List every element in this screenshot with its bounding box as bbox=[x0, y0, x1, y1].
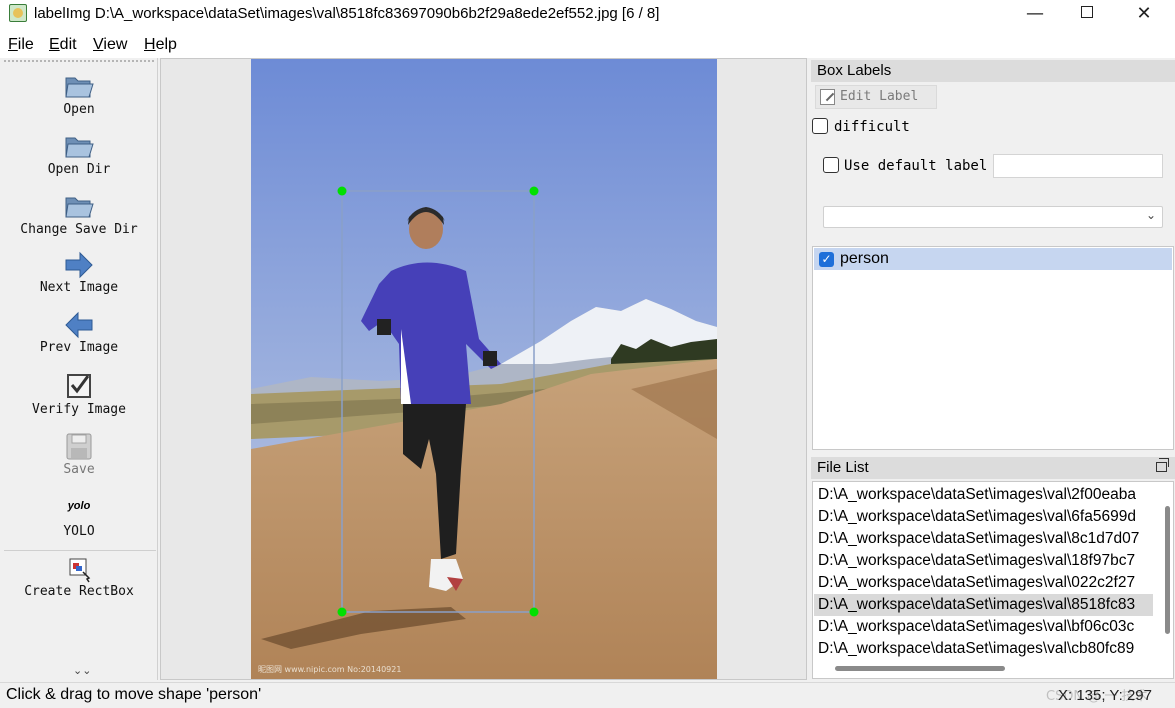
menu-help[interactable]: Help bbox=[144, 36, 177, 54]
image-canvas[interactable]: 昵图网 www.nipic.com No:20140921 bbox=[160, 58, 807, 680]
menu-bar: File Edit View Help bbox=[0, 30, 1175, 58]
dock-float-icon[interactable] bbox=[1156, 458, 1169, 472]
file-list-horizontal-scrollbar[interactable] bbox=[835, 666, 1005, 671]
file-list-item[interactable]: D:\A_workspace\dataSet\images\val\8c1d7d… bbox=[814, 528, 1153, 550]
toolbar-separator bbox=[4, 550, 156, 551]
file-list-item[interactable]: D:\A_workspace\dataSet\images\val\6fa569… bbox=[814, 506, 1153, 528]
file-list[interactable]: D:\A_workspace\dataSet\images\val\2f00ea… bbox=[812, 481, 1174, 679]
bbox-corner-handle[interactable] bbox=[337, 186, 347, 196]
file-list-vertical-scrollbar[interactable] bbox=[1165, 506, 1170, 634]
menu-file[interactable]: File bbox=[8, 36, 34, 54]
minimize-button[interactable]: — bbox=[1012, 0, 1058, 30]
verify-image-button[interactable]: Verify Image bbox=[0, 372, 158, 417]
open-dir-button[interactable]: Open Dir bbox=[0, 130, 158, 177]
menu-view[interactable]: View bbox=[93, 36, 127, 54]
file-list-item[interactable]: D:\A_workspace\dataSet\images\val\bf06c0… bbox=[814, 616, 1153, 638]
toolbar-grip[interactable] bbox=[4, 60, 154, 64]
use-default-label-checkbox[interactable] bbox=[823, 157, 839, 173]
file-list-title: File List bbox=[811, 457, 1175, 479]
use-default-label-text: Use default label bbox=[844, 158, 988, 174]
bbox-corner-handle[interactable] bbox=[529, 186, 539, 196]
folder-open-icon bbox=[65, 137, 94, 158]
label-list[interactable]: ✓ person bbox=[812, 246, 1174, 450]
photo-watermark: 昵图网 www.nipic.com No:20140921 bbox=[258, 665, 402, 674]
yolo-icon: yolo bbox=[67, 500, 91, 512]
prev-image-button[interactable]: Prev Image bbox=[0, 310, 158, 355]
edit-label-button[interactable]: Edit Label bbox=[815, 85, 937, 109]
maximize-icon bbox=[1081, 6, 1093, 18]
runner-photo-image bbox=[251, 59, 717, 679]
chevron-down-icon: ⌄ bbox=[1145, 208, 1156, 222]
folder-open-icon bbox=[65, 197, 94, 218]
cursor-coordinates: X: 135; Y: 297 bbox=[1058, 687, 1152, 704]
labelimg-app-icon bbox=[9, 4, 27, 22]
open-button[interactable]: Open bbox=[0, 70, 158, 117]
label-list-item[interactable]: ✓ person bbox=[814, 248, 1172, 270]
maximize-button[interactable] bbox=[1064, 0, 1110, 30]
box-labels-dock: Box Labels Edit Label difficult Use defa… bbox=[811, 60, 1175, 452]
save-button[interactable]: Save bbox=[0, 432, 158, 477]
box-labels-title: Box Labels bbox=[811, 60, 1175, 82]
folder-open-icon bbox=[65, 77, 94, 98]
file-list-item-selected[interactable]: D:\A_workspace\dataSet\images\val\8518fc… bbox=[814, 594, 1153, 616]
floppy-save-icon bbox=[66, 433, 92, 460]
yolo-format-button[interactable]: yolo YOLO bbox=[0, 496, 158, 539]
file-list-dock: File List D:\A_workspace\dataSet\images\… bbox=[811, 457, 1175, 681]
difficult-checkbox[interactable] bbox=[812, 118, 828, 134]
file-list-item[interactable]: D:\A_workspace\dataSet\images\val\cb80fc… bbox=[814, 638, 1153, 660]
bbox-corner-handle[interactable] bbox=[337, 607, 347, 617]
label-combo-box[interactable]: ⌄ bbox=[823, 206, 1163, 228]
status-message: Click & drag to move shape 'person' bbox=[6, 686, 262, 703]
create-rectbox-button[interactable]: Create RectBox bbox=[0, 556, 158, 599]
window-title: labelImg D:\A_workspace\dataSet\images\v… bbox=[34, 5, 660, 22]
default-label-input[interactable] bbox=[993, 154, 1163, 178]
status-bar: Click & drag to move shape 'person' CSDN… bbox=[0, 682, 1175, 708]
toolbar-extension-chevron-icon[interactable]: ⌄⌄ bbox=[73, 664, 91, 677]
difficult-label: difficult bbox=[834, 119, 910, 135]
file-list-item[interactable]: D:\A_workspace\dataSet\images\val\18f97b… bbox=[814, 550, 1153, 572]
left-toolbar: Open Open Dir Change Save Dir Next Image… bbox=[0, 58, 158, 680]
next-image-button[interactable]: Next Image bbox=[0, 250, 158, 295]
arrow-right-icon bbox=[65, 251, 93, 279]
label-visible-checkbox[interactable]: ✓ bbox=[819, 252, 834, 267]
menu-edit[interactable]: Edit bbox=[49, 36, 77, 54]
title-bar: labelImg D:\A_workspace\dataSet\images\v… bbox=[0, 0, 1175, 30]
change-save-dir-button[interactable]: Change Save Dir bbox=[0, 190, 158, 237]
checkbox-verify-icon bbox=[67, 374, 91, 398]
file-list-item[interactable]: D:\A_workspace\dataSet\images\val\022c2f… bbox=[814, 572, 1153, 594]
file-list-item[interactable]: D:\A_workspace\dataSet\images\val\2f00ea… bbox=[814, 484, 1153, 506]
create-rectbox-icon bbox=[69, 558, 91, 583]
edit-pencil-icon bbox=[820, 89, 835, 105]
close-button[interactable]: ✕ bbox=[1121, 0, 1167, 30]
annotated-photo: 昵图网 www.nipic.com No:20140921 bbox=[251, 59, 717, 679]
arrow-left-icon bbox=[65, 311, 93, 339]
label-item-text: person bbox=[840, 250, 889, 267]
bbox-corner-handle[interactable] bbox=[529, 607, 539, 617]
